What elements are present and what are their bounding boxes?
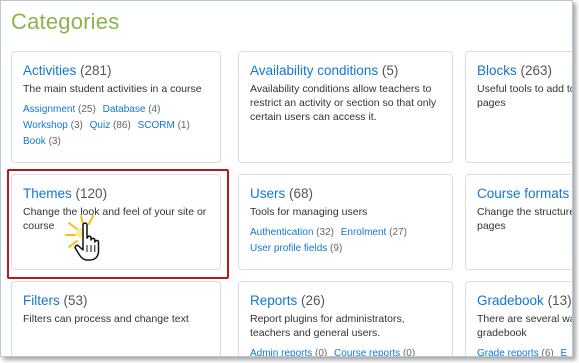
sublink-book[interactable]: Book (3) <box>23 136 61 147</box>
category-card-users: Users (68) Tools for managing users Auth… <box>238 174 453 270</box>
category-sublinks-gradebook: Grade reports (6) E <box>477 346 572 356</box>
category-card-reports: Reports (26) Report plugins for administ… <box>238 281 453 356</box>
category-sublinks-reports: Admin reports (0) Course reports (0) <box>250 346 441 356</box>
category-card-activities: Activities (281) The main student activi… <box>11 51 221 163</box>
category-count-blocks: (263) <box>520 63 553 78</box>
category-desc-users: Tools for managing users <box>250 206 368 218</box>
category-card-availability: Availability conditions (5) Availability… <box>238 51 453 163</box>
category-title-availability[interactable]: Availability conditions (5) <box>250 62 441 79</box>
category-card-themes: Themes (120) Change the look and feel of… <box>11 174 221 270</box>
category-card-blocks: Blocks (263) Useful tools to add to page… <box>465 51 573 163</box>
sublink-database[interactable]: Database (4) <box>103 104 161 115</box>
category-title-filters[interactable]: Filters (53) <box>23 292 209 309</box>
category-link-themes[interactable]: Themes <box>23 186 72 201</box>
category-desc-gradebook: There are several ways gradebook <box>477 313 572 339</box>
sublink-assignment[interactable]: Assignment (25) <box>23 104 96 115</box>
category-title-reports[interactable]: Reports (26) <box>250 292 441 309</box>
sublink-scorm[interactable]: SCORM (1) <box>138 120 190 131</box>
category-card-gradebook: Gradebook (13) There are several ways gr… <box>465 281 572 356</box>
category-desc-blocks: Useful tools to add to pages <box>477 83 573 109</box>
category-title-themes[interactable]: Themes (120) <box>23 185 209 202</box>
category-sublinks-users: Authentication (32) Enrolment (27) User … <box>250 225 441 257</box>
category-desc-themes: Change the look and feel of your site or… <box>23 206 207 232</box>
sublink-enrolment[interactable]: Enrolment (27) <box>341 227 407 238</box>
category-card-course-formats: Course formats Change the structure of p… <box>465 174 573 270</box>
category-desc-activities: The main student activities in a course <box>23 83 202 95</box>
category-count-users: (68) <box>289 186 314 201</box>
category-title-activities[interactable]: Activities (281) <box>23 62 209 79</box>
category-desc-availability: Availability conditions allow teachers t… <box>250 83 437 123</box>
category-link-activities[interactable]: Activities <box>23 63 76 78</box>
category-desc-filters: Filters can process and change text <box>23 313 189 325</box>
page-title: Categories <box>11 9 120 34</box>
category-title-blocks[interactable]: Blocks (263) <box>477 62 572 79</box>
screenshot-frame: Categories Activities (281) The main stu… <box>0 0 573 357</box>
category-count-gradebook: (13) <box>547 293 572 308</box>
category-count-activities: (281) <box>80 63 112 78</box>
category-link-blocks[interactable]: Blocks <box>477 63 517 78</box>
category-title-course-formats[interactable]: Course formats <box>477 185 572 202</box>
category-card-filters: Filters (53) Filters can process and cha… <box>11 281 221 356</box>
category-link-course-formats[interactable]: Course formats <box>477 186 569 201</box>
sublink-course-reports[interactable]: Course reports (0) <box>334 348 415 356</box>
category-link-users[interactable]: Users <box>250 186 285 201</box>
sublink-workshop[interactable]: Workshop (3) <box>23 120 83 131</box>
category-count-reports: (26) <box>301 293 326 308</box>
sublink-user-profile-fields[interactable]: User profile fields (9) <box>250 243 342 254</box>
category-count-themes: (120) <box>75 186 108 201</box>
sublink-grade-reports[interactable]: Grade reports (6) <box>477 348 554 356</box>
category-link-filters[interactable]: Filters <box>23 293 60 308</box>
hand-pointer-icon <box>65 215 100 261</box>
category-count-availability: (5) <box>381 63 399 78</box>
category-desc-reports: Report plugins for administrators, teach… <box>250 313 405 339</box>
category-count-filters: (53) <box>63 293 88 308</box>
category-link-availability[interactable]: Availability conditions <box>250 63 378 78</box>
category-link-reports[interactable]: Reports <box>250 293 297 308</box>
category-title-gradebook[interactable]: Gradebook (13) <box>477 292 572 309</box>
sublink-quiz[interactable]: Quiz (86) <box>90 120 131 131</box>
category-link-gradebook[interactable]: Gradebook <box>477 293 544 308</box>
category-title-users[interactable]: Users (68) <box>250 185 441 202</box>
sublink-admin-reports[interactable]: Admin reports (0) <box>250 348 327 356</box>
sublink-gradebook-more[interactable]: E <box>561 348 568 356</box>
category-sublinks-activities: Assignment (25) Database (4) Workshop (3… <box>23 102 209 150</box>
sublink-authentication[interactable]: Authentication (32) <box>250 227 334 238</box>
category-desc-course-formats: Change the structure of pages <box>477 206 573 232</box>
